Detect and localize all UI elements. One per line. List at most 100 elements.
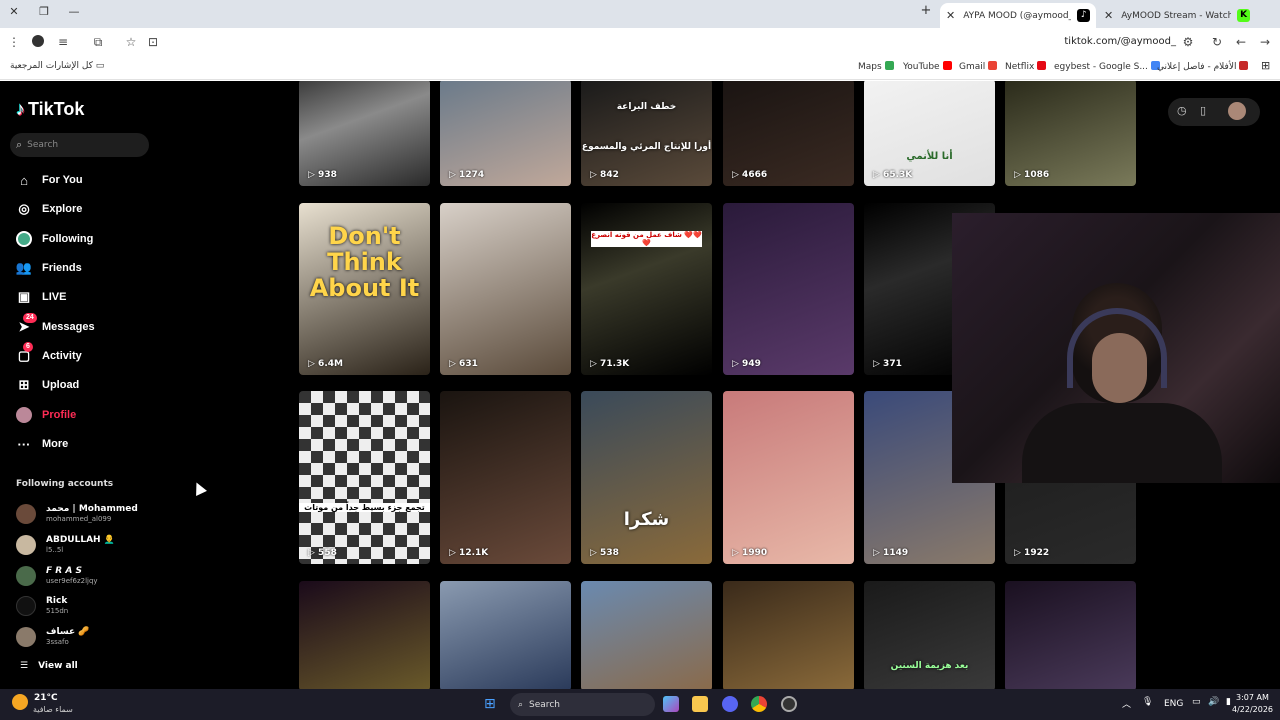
upload-icon: ⊞ (18, 377, 30, 392)
video-card[interactable]: بعد هزيمة السنين (864, 581, 995, 689)
video-card[interactable]: ▷ 12.1K (440, 391, 571, 564)
taskbar-search[interactable]: ⌕ Search (510, 693, 655, 716)
close-tab-icon[interactable]: ✕ (1104, 9, 1113, 22)
tiktok-logo[interactable]: ♪ TikTok (16, 99, 84, 120)
video-card[interactable]: ▷ 1990 (723, 391, 854, 564)
video-card[interactable] (1005, 581, 1136, 689)
bookmark-star-icon[interactable]: ☆ (123, 35, 139, 49)
nav-explore[interactable]: ◎ Explore (16, 199, 82, 219)
network-icon[interactable]: ▭ (1192, 697, 1201, 707)
tab-kick[interactable]: ✕ AyMOOD Stream - Watch Live on Kick K (1098, 3, 1256, 28)
account-item[interactable]: 𝙁 𝙍 𝘼 𝙎user9ef6z2ljqy (16, 565, 98, 587)
nav-profile[interactable]: Profile (16, 405, 76, 425)
avatar (16, 535, 36, 555)
tab-tiktok[interactable]: ✕ AYPA MOOD (@aymood_) | TikTok ♪ (940, 3, 1096, 28)
bookmark-aflam[interactable]: الأفلام - فاصل إعلاني (1157, 61, 1249, 72)
account-item[interactable]: عساف 🥜 3ssafo (16, 626, 89, 648)
compass-icon: ◎ (18, 201, 30, 216)
profile-circle-icon[interactable] (30, 35, 46, 50)
microphone-icon[interactable]: 🎙 (1142, 697, 1153, 707)
bookmark-youtube[interactable]: YouTube (903, 61, 952, 72)
bookmark-maps[interactable]: Maps (858, 61, 894, 72)
speed-icon[interactable]: ◷ (1177, 104, 1187, 117)
video-caption-overlay: Don't Think About It (309, 222, 420, 302)
video-card[interactable]: ▷ 4666 (723, 81, 854, 186)
back-icon[interactable]: → (1257, 35, 1273, 49)
tab-strip: ✕ ❐ — + ✕ AYPA MOOD (@aymood_) | TikTok … (0, 0, 1280, 28)
bookmark-egybest[interactable]: egybest - Google S... (1054, 61, 1160, 72)
reload-icon[interactable]: ↻ (1209, 35, 1225, 49)
video-card[interactable] (440, 581, 571, 689)
nav-friends[interactable]: 👥 Friends (16, 258, 82, 278)
restore-window-icon[interactable]: ❐ (36, 5, 52, 18)
battery-icon[interactable]: ▮ (1226, 697, 1231, 707)
video-card[interactable] (299, 581, 430, 689)
view-all-link[interactable]: ☰ View all (20, 661, 78, 671)
video-card[interactable] (581, 581, 712, 689)
streamer-body (1022, 403, 1222, 483)
tiktok-favicon-icon: ♪ (1077, 9, 1090, 22)
video-card[interactable]: Don't Think About It ▷ 6.4M (299, 203, 430, 375)
more-icon: ··· (17, 436, 31, 452)
video-caption-overlay: شاف عمل من قوته انصرع ❤️❤️❤️ (591, 231, 702, 247)
view-count: ▷ 4666 (732, 170, 768, 180)
obs-icon[interactable] (781, 696, 797, 712)
nav-messages[interactable]: ➤ 24 Messages (16, 313, 95, 337)
nav-live[interactable]: ▣ LIVE (16, 287, 67, 307)
discord-icon[interactable] (722, 696, 738, 712)
weather-icon[interactable] (12, 694, 28, 710)
video-card[interactable] (723, 581, 854, 689)
video-caption-overlay: شكرا (623, 509, 670, 530)
close-tab-icon[interactable]: ✕ (946, 9, 955, 22)
copilot-icon[interactable] (663, 696, 679, 712)
file-explorer-icon[interactable] (692, 696, 708, 712)
extensions-icon[interactable]: ⧉ (90, 35, 106, 50)
picture-in-picture-stream[interactable] (952, 213, 1280, 483)
volume-icon[interactable]: 🔊 (1208, 697, 1219, 707)
video-card[interactable]: ▷ 1086 (1005, 81, 1136, 186)
search-input[interactable]: ⌕ Search (10, 133, 149, 157)
account-item[interactable]: محمد | Mohammed mohammed_al099 (16, 503, 138, 525)
chrome-icon[interactable] (751, 696, 767, 712)
video-card[interactable]: ▷ 1274 (440, 81, 571, 186)
video-card[interactable]: ▷ 949 (723, 203, 854, 375)
video-card[interactable]: ▷ 938 (299, 81, 430, 186)
media-control-icon[interactable]: ≡ (55, 35, 71, 49)
gmail-icon (988, 61, 998, 70)
video-card[interactable]: خطف البراعة أورا للإنتاج المرئي والمسموع… (581, 81, 712, 186)
install-app-icon[interactable]: ⊡ (145, 35, 161, 49)
view-count: ▷ 1149 (873, 548, 909, 558)
video-card[interactable]: ▷ 631 (440, 203, 571, 375)
nav-following[interactable]: Following (16, 229, 93, 249)
account-item[interactable]: ABDULLAH 👨‍🦲 l5..5l (16, 534, 115, 556)
menu-icon[interactable]: ⋮ (6, 35, 22, 49)
video-card[interactable]: شكرا ▷ 538 (581, 391, 712, 564)
chevron-up-icon[interactable]: ︿ (1122, 697, 1131, 710)
account-item[interactable]: Rick 515dn (16, 595, 68, 617)
language-indicator[interactable]: ENG (1164, 699, 1183, 709)
all-bookmarks[interactable]: كل الإشارات المرجعية ▭ (10, 61, 104, 71)
nav-more[interactable]: ··· More (16, 434, 69, 454)
search-icon: ⌕ (16, 138, 23, 151)
bookmark-gmail[interactable]: Gmail (959, 61, 998, 72)
nav-activity[interactable]: ▢ 6 Activity (16, 342, 82, 366)
video-card[interactable]: شاف عمل من قوته انصرع ❤️❤️❤️ ▷ 71.3K (581, 203, 712, 375)
apps-grid-icon[interactable]: ⊞ (1261, 59, 1270, 72)
netflix-icon (1037, 61, 1047, 70)
view-count: ▷ 71.3K (590, 359, 630, 369)
player-controls[interactable]: ◷ ▯ (1168, 98, 1260, 126)
device-icon[interactable]: ▯ (1200, 104, 1206, 117)
close-window-icon[interactable]: ✕ (6, 5, 22, 18)
windows-start-icon[interactable]: ⊞ (484, 696, 496, 712)
new-tab-icon[interactable]: + (918, 3, 934, 18)
site-settings-icon[interactable]: ⚙ (1180, 35, 1196, 49)
video-card[interactable]: تجمع جزء بسيط جداً من موتات ▷ 558 (299, 391, 430, 564)
forward-icon[interactable]: ← (1233, 35, 1249, 49)
bookmark-netflix[interactable]: Netflix (1005, 61, 1047, 72)
nav-upload[interactable]: ⊞ Upload (16, 375, 80, 395)
avatar[interactable] (1228, 102, 1246, 120)
address-bar[interactable]: tiktok.com/@aymood_ (1030, 36, 1176, 47)
nav-for-you[interactable]: ⌂ For You (16, 170, 82, 190)
minimize-window-icon[interactable]: — (66, 5, 82, 18)
video-card[interactable]: أنا للأنمي ▷ 65.3K (864, 81, 995, 186)
